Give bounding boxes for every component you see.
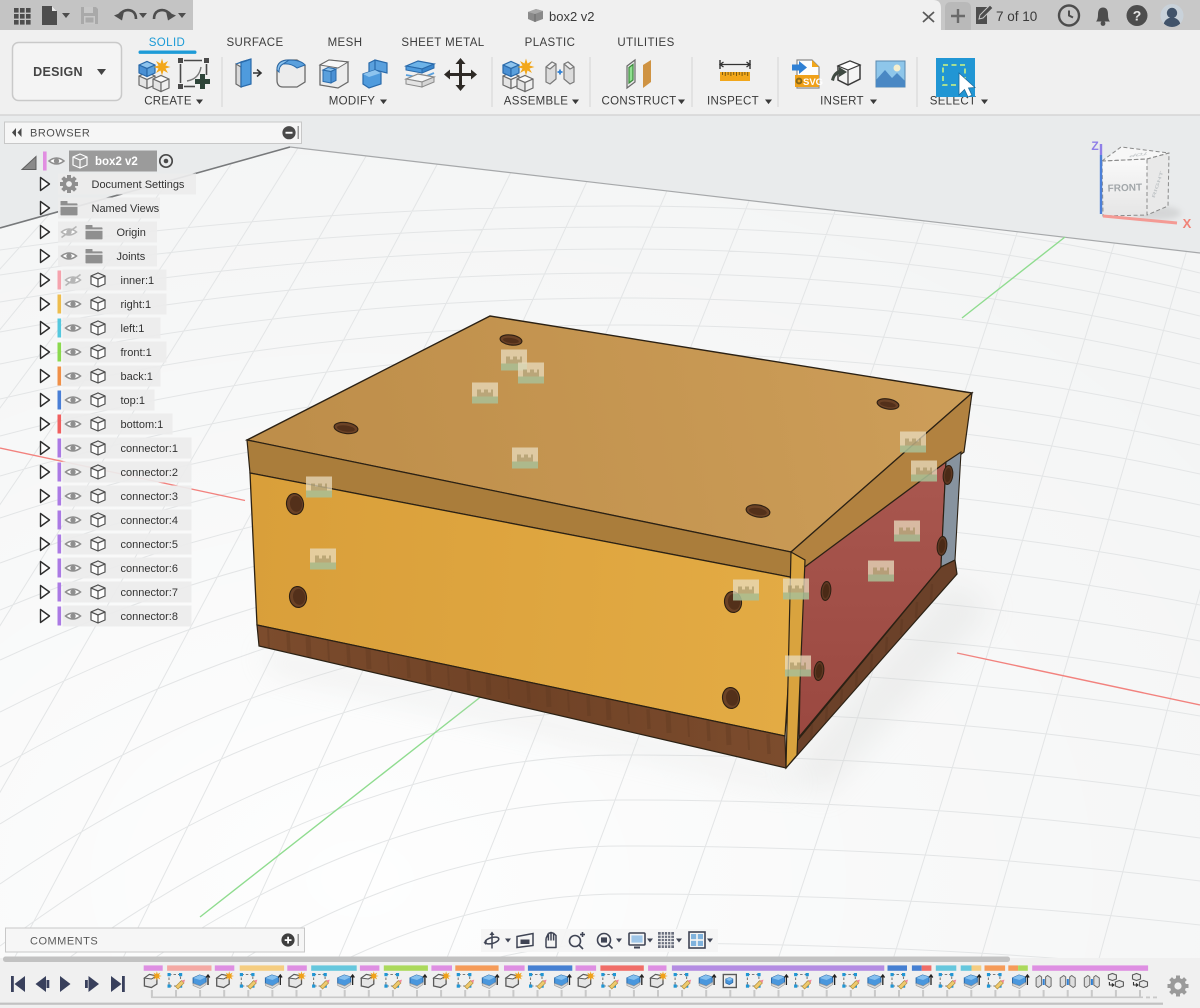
svg-text:connector:3: connector:3 [121,491,178,503]
svg-text:Joints: Joints [117,251,146,263]
svg-text:INSPECT: INSPECT [707,96,759,108]
svg-text:SURFACE: SURFACE [226,37,283,49]
svg-text:connector:5: connector:5 [121,539,178,551]
svg-text:left:1: left:1 [121,323,145,335]
svg-text:FRONT: FRONT [1108,182,1143,194]
svg-text:connector:7: connector:7 [121,587,178,599]
svg-text:SHEET METAL: SHEET METAL [401,37,484,49]
svg-text:Named Views: Named Views [92,203,160,215]
svg-text:INSERT: INSERT [820,96,864,108]
svg-text:MESH: MESH [328,37,363,49]
svg-text:MODIFY: MODIFY [329,96,376,108]
svg-text:right:1: right:1 [121,299,152,311]
svg-text:7 of 10: 7 of 10 [996,9,1037,24]
svg-text:UTILITIES: UTILITIES [617,37,674,49]
svg-text:front:1: front:1 [121,347,152,359]
svg-text:Origin: Origin [117,227,146,239]
svg-text:back:1: back:1 [121,371,153,383]
svg-text:DESIGN: DESIGN [33,65,83,79]
svg-text:SOLID: SOLID [149,37,186,49]
svg-text:box2 v2: box2 v2 [549,9,595,24]
svg-text:CONSTRUCT: CONSTRUCT [602,96,677,108]
svg-text:X: X [1183,216,1192,231]
svg-text:Z: Z [1091,139,1098,153]
svg-text:SELECT: SELECT [930,96,977,108]
svg-text:bottom:1: bottom:1 [121,419,164,431]
svg-text:connector:2: connector:2 [121,467,178,479]
svg-text:?: ? [1133,8,1142,24]
svg-text:connector:8: connector:8 [121,611,178,623]
svg-text:COMMENTS: COMMENTS [30,936,98,948]
svg-text:box2 v2: box2 v2 [95,156,138,168]
svg-text:BROWSER: BROWSER [30,128,90,140]
svg-text:PLASTIC: PLASTIC [525,37,576,49]
svg-text:ASSEMBLE: ASSEMBLE [504,96,568,108]
svg-text:connector:1: connector:1 [121,443,178,455]
svg-text:inner:1: inner:1 [121,275,155,287]
svg-text:connector:4: connector:4 [121,515,178,527]
svg-text:connector:6: connector:6 [121,563,178,575]
svg-text:CREATE: CREATE [144,96,192,108]
svg-text:Document Settings: Document Settings [92,179,185,191]
svg-text:top:1: top:1 [121,395,145,407]
svg-text:SVG: SVG [803,77,823,88]
